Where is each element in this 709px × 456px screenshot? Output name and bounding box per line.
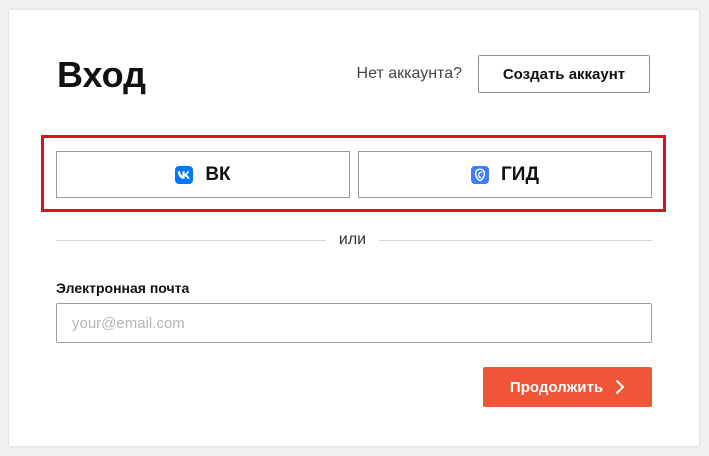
or-divider: или — [56, 230, 652, 250]
vk-login-button[interactable]: ВК — [56, 151, 350, 198]
chevron-right-icon — [615, 379, 625, 395]
vk-login-label: ВК — [205, 163, 231, 185]
email-field[interactable] — [56, 303, 652, 343]
continue-button-label: Продолжить — [509, 378, 604, 396]
gid-logo-icon — [471, 165, 490, 184]
continue-button[interactable]: Продолжить — [483, 367, 652, 407]
divider-line-right — [379, 240, 652, 241]
no-account-text: Нет аккаунта? — [356, 65, 462, 82]
gid-login-label: ГИД — [501, 163, 539, 185]
login-card: Вход Нет аккаунта? Создать аккаунт ВК ГИ… — [9, 10, 699, 446]
create-account-button[interactable]: Создать аккаунт — [478, 55, 650, 93]
email-field-label: Электронная почта — [56, 280, 190, 296]
divider-line-left — [56, 240, 326, 241]
vk-logo-icon — [175, 165, 194, 184]
gid-login-button[interactable]: ГИД — [358, 151, 652, 198]
page-title: Вход — [57, 54, 147, 95]
or-divider-text: или — [338, 231, 367, 248]
